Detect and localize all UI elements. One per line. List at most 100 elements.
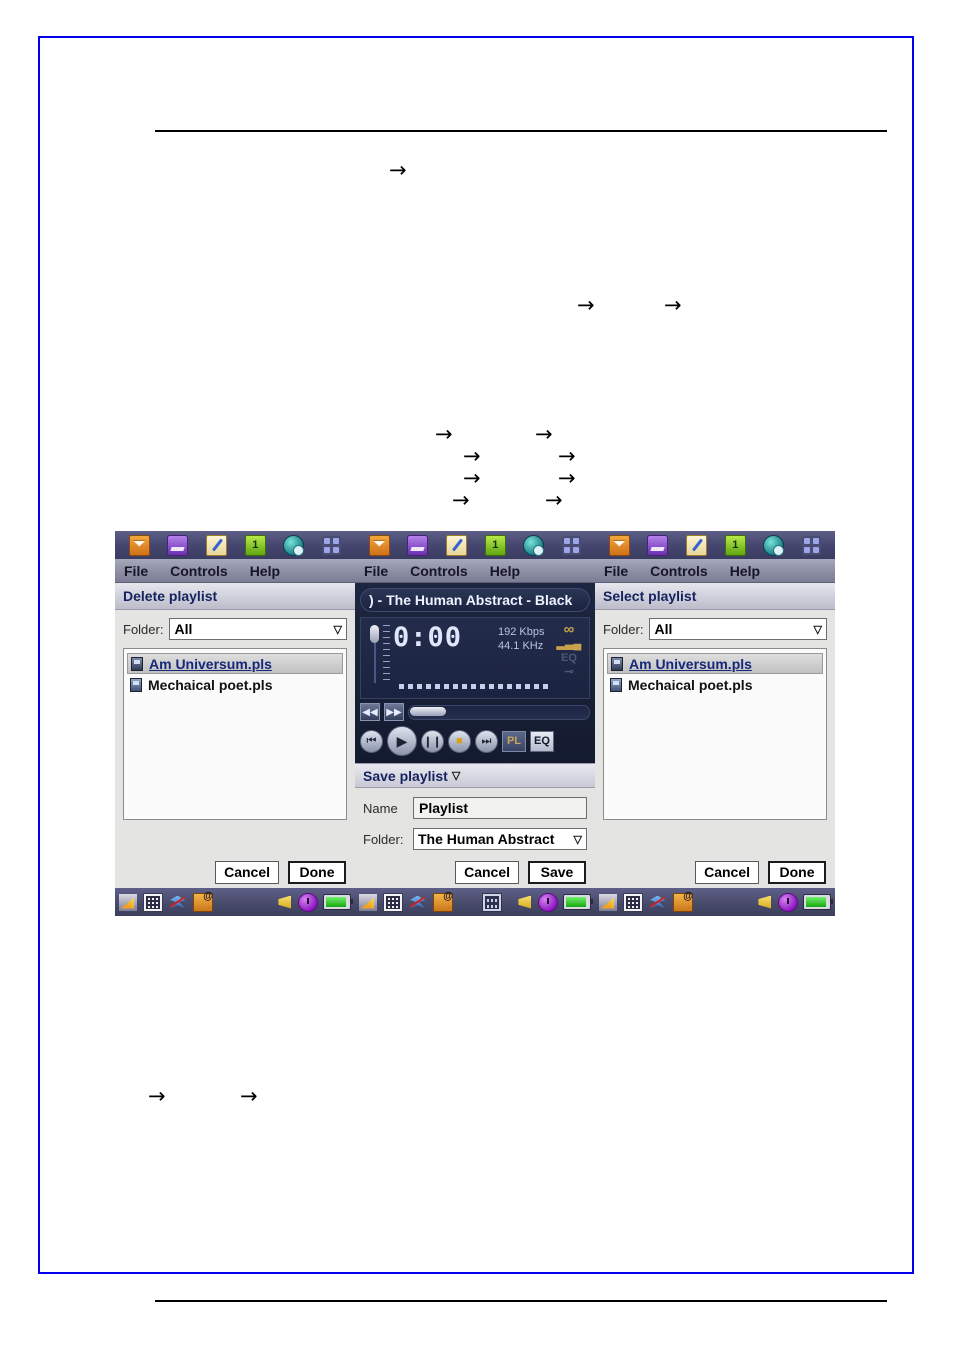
keypad-grid-icon[interactable] [623,892,643,912]
menu-item-help[interactable]: Help [490,563,520,579]
player-lcd-display: 0:00 192 Kbps 44.1 KHz ∞ ▂▃▄ EQ ⊸ [360,617,590,699]
menu-item-file[interactable]: File [604,563,628,579]
menu-item-controls[interactable]: Controls [650,563,708,579]
arrow-right-icon: → [558,444,576,468]
cancel-button[interactable]: Cancel [695,860,759,884]
keypad-grid-icon[interactable] [143,892,163,912]
repeat-icon[interactable]: ∞ [555,622,583,637]
calendar-icon[interactable] [484,534,506,556]
done-button[interactable]: Done [768,860,826,884]
footer-rule [155,1300,887,1302]
mail-at-icon[interactable] [193,891,213,912]
equalizer-button[interactable]: EQ [530,730,554,752]
speaker-volume-icon[interactable] [755,894,773,911]
signal-strength-icon[interactable] [599,893,617,911]
stream-info: 192 Kbps 44.1 KHz [498,625,544,653]
mail-icon[interactable] [608,534,630,556]
notes-icon[interactable] [446,534,468,556]
chevron-down-icon: ▽ [813,623,822,636]
notes-icon[interactable] [206,534,228,556]
sync-disabled-icon[interactable] [649,894,667,911]
mail-at-icon[interactable] [673,891,693,912]
taskbar-left-icons [359,891,453,912]
next-button[interactable]: ⏭ [475,729,498,753]
mail-at-icon[interactable] [433,891,453,912]
apps-grid-icon[interactable] [802,535,822,555]
equalizer-bars-icon[interactable]: ▂▃▄ [555,637,583,651]
menu-item-help[interactable]: Help [250,563,280,579]
playlist-listbox[interactable]: Am Universum.pls Mechaical poet.pls [123,648,347,820]
chevron-down-icon: ▽ [451,770,461,782]
volume-slider[interactable] [367,623,393,693]
menu-item-help[interactable]: Help [730,563,760,579]
name-row: Name Playlist [363,797,587,819]
signal-strength-icon[interactable] [359,893,377,911]
fast-forward-button[interactable]: ▶▶ [384,703,404,721]
done-button[interactable]: Done [288,860,346,884]
list-item[interactable]: Mechaical poet.pls [127,674,343,695]
chevron-down-icon: ▽ [573,833,582,846]
device-screenshot-select-playlist: File Controls Help Select playlist Folde… [595,531,835,916]
header-rule [155,130,887,132]
clock-icon[interactable] [778,892,798,912]
mail-icon[interactable] [128,534,150,556]
playlist-listbox[interactable]: Am Universum.pls Mechaical poet.pls [603,648,827,820]
playlist-name-input[interactable]: Playlist [413,797,587,819]
clock-icon[interactable] [298,892,318,912]
list-item[interactable]: Mechaical poet.pls [607,674,823,695]
notes-icon[interactable] [686,534,708,556]
seek-slider[interactable] [408,704,590,720]
name-label: Name [363,800,398,816]
device-icon-bar [355,531,595,559]
mail-icon[interactable] [368,534,390,556]
browser-globe-icon[interactable] [523,534,545,556]
calendar-icon[interactable] [724,534,746,556]
contacts-book-icon[interactable] [647,534,669,556]
apps-grid-icon[interactable] [562,535,582,555]
keypad-grid-icon[interactable] [383,892,403,912]
clock-icon[interactable] [538,892,558,912]
previous-button[interactable]: ⏮ [360,729,383,753]
speaker-volume-icon[interactable] [515,894,533,911]
list-item[interactable]: Am Universum.pls [607,653,823,674]
pause-button[interactable]: ❙❙ [421,729,444,753]
apps-grid-icon[interactable] [322,535,342,555]
folder-select[interactable]: All ▽ [169,618,347,640]
eq-indicator[interactable]: EQ [555,651,583,665]
calendar-icon[interactable] [244,534,266,556]
arrow-right-icon: → [148,1084,166,1108]
playlist-button[interactable]: PL [502,730,526,752]
menu-item-controls[interactable]: Controls [410,563,468,579]
cancel-button[interactable]: Cancel [215,860,279,884]
sync-disabled-icon[interactable] [409,894,427,911]
play-button[interactable]: ▶ [387,726,417,756]
contacts-book-icon[interactable] [167,534,189,556]
seek-thumb[interactable] [410,706,446,716]
contacts-book-icon[interactable] [407,534,429,556]
spectrum-placeholder [399,684,549,689]
menu-item-file[interactable]: File [364,563,388,579]
save-playlist-header[interactable]: Save playlist ▽ [355,763,595,788]
arrow-right-icon: → [463,466,481,490]
browser-globe-icon[interactable] [763,534,785,556]
menu-item-controls[interactable]: Controls [170,563,228,579]
keyboard-icon[interactable] [482,892,502,912]
signal-strength-icon[interactable] [119,893,137,911]
menu-item-file[interactable]: File [124,563,148,579]
list-item[interactable]: Am Universum.pls [127,653,343,674]
arrow-right-icon: → [389,158,407,182]
stop-button[interactable]: ■ [448,729,471,753]
cancel-button[interactable]: Cancel [455,860,519,884]
folder-select[interactable]: The Human Abstract ▽ [413,828,587,850]
speaker-volume-icon[interactable] [275,894,293,911]
rewind-button[interactable]: ◀◀ [360,703,380,721]
save-button[interactable]: Save [528,860,586,884]
save-playlist-title: Save playlist [363,767,448,784]
mute-icon[interactable]: ⊸ [555,665,583,679]
folder-select[interactable]: All ▽ [649,618,827,640]
volume-knob[interactable] [370,625,379,643]
browser-globe-icon[interactable] [283,534,305,556]
sync-disabled-icon[interactable] [169,894,187,911]
arrow-right-icon: → [435,422,453,446]
battery-icon [323,894,353,910]
